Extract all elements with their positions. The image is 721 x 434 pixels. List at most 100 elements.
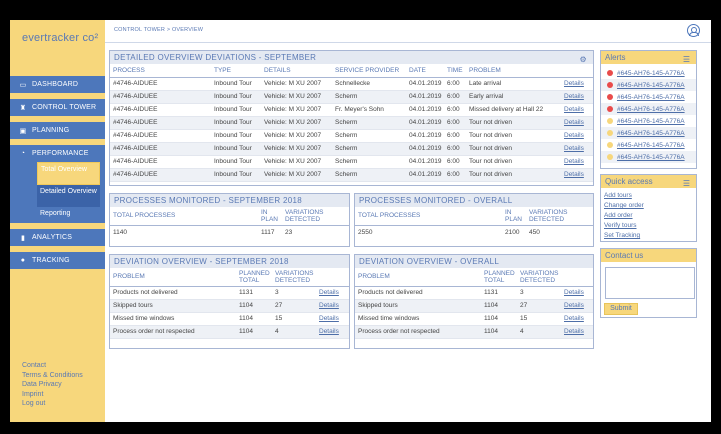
footer-link-terms[interactable]: Terms & Conditions	[22, 371, 83, 381]
deviation-month-table: PROBLEM PLANNED TOTAL VARIATIONS DETECTE…	[110, 268, 349, 339]
alert-item[interactable]: #645-AH76-145-A776A	[601, 79, 696, 91]
sidebar-item-planning[interactable]: ▣ PLANNING	[10, 122, 105, 139]
contact-message-input[interactable]	[605, 267, 695, 299]
alert-item[interactable]: #645-AH76-145-A776A	[601, 115, 696, 127]
alert-link[interactable]: #645-AH76-145-A776A	[617, 94, 685, 101]
details-link[interactable]: Details	[561, 142, 593, 156]
panel-title: DEVIATION OVERVIEW - SEPTEMBER 2018	[110, 255, 349, 268]
col-details[interactable]: DETAILS	[261, 64, 332, 78]
details-link[interactable]: Details	[316, 325, 349, 339]
alert-link[interactable]: #645-AH76-145-A776A	[617, 70, 685, 77]
table-row: Missed time windows 1104 15 Details	[110, 312, 349, 326]
user-icon[interactable]	[687, 24, 700, 37]
deviation-overall-panel: DEVIATION OVERVIEW - OVERALL PROBLEM PLA…	[354, 254, 594, 349]
table-header-row: PROCESS TYPE DETAILS SERVICE PROVIDER DA…	[110, 64, 593, 78]
alert-link[interactable]: #645-AH76-145-A776A	[617, 106, 685, 113]
table-row[interactable]: #4746-AIDUEE Inbound Tour Vehicle: M XU 20…	[110, 168, 593, 182]
alert-link[interactable]: #645-AH76-145-A776A	[617, 154, 685, 161]
alert-item[interactable]: #645-AH76-145-A776A	[601, 67, 696, 79]
panel-title: DEVIATION OVERVIEW - OVERALL	[355, 255, 593, 268]
details-link[interactable]: Details	[561, 129, 593, 143]
type-cell: Inbound Tour	[211, 90, 261, 104]
status-dot-icon	[607, 154, 613, 160]
details-link[interactable]: Details	[316, 286, 349, 300]
footer-link-contact[interactable]: Contact	[22, 361, 83, 371]
subnav-detailed-overview[interactable]: Detailed Overview	[37, 185, 100, 207]
footer-link-logout[interactable]: Log out	[22, 399, 83, 409]
quick-link-add-order[interactable]: Add order	[601, 211, 696, 221]
details-link[interactable]: Details	[561, 325, 593, 339]
details-cell: Vehicle: M XU 2007	[261, 103, 332, 117]
quick-link-change-order[interactable]: Change order	[601, 201, 696, 211]
details-link[interactable]: Details	[561, 286, 593, 300]
sidebar-item-tracking[interactable]: ● TRACKING	[10, 252, 105, 269]
subnav-reporting[interactable]: Reporting	[37, 207, 100, 220]
alert-link[interactable]: #645-AH76-145-A776A	[617, 82, 685, 89]
filter-icon[interactable]: ⚙	[580, 53, 587, 66]
col-service-provider[interactable]: SERVICE PROVIDER	[332, 64, 406, 78]
variations-cell: 3	[272, 286, 316, 300]
variations-value: 450	[529, 228, 540, 236]
alert-item[interactable]: #645-AH76-145-A776A	[601, 127, 696, 139]
details-link[interactable]: Details	[561, 299, 593, 313]
details-link[interactable]: Details	[316, 299, 349, 313]
sidebar-item-performance[interactable]: ◔ PERFORMANCE	[10, 145, 105, 162]
table-row: Products not delivered 1131 3 Details	[110, 286, 349, 300]
settings-icon[interactable]: ☰	[683, 53, 690, 66]
quick-link-verify-tours[interactable]: Verify tours	[601, 221, 696, 231]
date-cell: 04.01.2019	[406, 129, 444, 143]
date-cell: 04.01.2019	[406, 142, 444, 156]
alert-item[interactable]: #645-AH76-145-A776A	[601, 91, 696, 103]
details-link[interactable]: Details	[316, 312, 349, 326]
time-cell: 6:00	[444, 168, 466, 182]
provider-cell: Schnellecke	[332, 77, 406, 91]
col-problem[interactable]: PROBLEM	[466, 64, 561, 78]
details-link[interactable]: Details	[561, 116, 593, 130]
col-date[interactable]: DATE	[406, 64, 444, 78]
sidebar-item-dashboard[interactable]: ▭ DASHBOARD	[10, 76, 105, 93]
details-link[interactable]: Details	[561, 155, 593, 169]
details-cell: Vehicle: M XU 2007	[261, 142, 332, 156]
table-row[interactable]: #4746-AIDUEE Inbound Tour Vehicle: M XU 20…	[110, 103, 593, 117]
table-row[interactable]: #4746-AIDUEE Inbound Tour Vehicle: M XU 20…	[110, 77, 593, 91]
col-type[interactable]: TYPE	[211, 64, 261, 78]
alert-item[interactable]: #645-AH76-145-A776A	[601, 103, 696, 115]
sidebar-item-analytics[interactable]: ▮ ANALYTICS	[10, 229, 105, 246]
table-row[interactable]: #4746-AIDUEE Inbound Tour Vehicle: M XU 20…	[110, 129, 593, 143]
table-row[interactable]: #4746-AIDUEE Inbound Tour Vehicle: M XU 20…	[110, 116, 593, 130]
details-link[interactable]: Details	[561, 77, 593, 91]
col-process[interactable]: PROCESS	[110, 64, 211, 78]
settings-icon[interactable]: ☰	[683, 177, 690, 190]
quick-link-set-tracking[interactable]: Set Tracking	[601, 231, 696, 241]
footer-link-privacy[interactable]: Data Privacy	[22, 380, 83, 390]
panel-title: Alerts	[605, 53, 626, 62]
alert-link[interactable]: #645-AH76-145-A776A	[617, 118, 685, 125]
table-row: Process order not respected 1104 4 Details	[355, 325, 593, 339]
alert-link[interactable]: #645-AH76-145-A776A	[617, 130, 685, 137]
details-link[interactable]: Details	[561, 103, 593, 117]
time-cell: 6:00	[444, 77, 466, 91]
alert-item[interactable]: #645-AH76-145-A776A	[601, 151, 696, 163]
problem-cell: Tour not driven	[466, 129, 561, 143]
problem-cell: Process order not respected	[355, 325, 481, 339]
table-row[interactable]: #4746-AIDUEE Inbound Tour Vehicle: M XU 20…	[110, 155, 593, 169]
problem-cell: Tour not driven	[466, 155, 561, 169]
variations-cell: 3	[517, 286, 561, 300]
quick-access-panel: Quick access ☰ Add tours Change order Ad…	[600, 174, 697, 242]
details-link[interactable]: Details	[561, 168, 593, 182]
table-row: 1140 1117 23	[110, 225, 349, 239]
alert-link[interactable]: #645-AH76-145-A776A	[617, 142, 685, 149]
quick-link-add-tours[interactable]: Add tours	[601, 191, 696, 201]
alert-item[interactable]: #645-AH76-145-A776A	[601, 139, 696, 151]
subnav-total-overview[interactable]: Total Overview	[37, 162, 100, 185]
details-link[interactable]: Details	[561, 312, 593, 326]
col-time[interactable]: TIME	[444, 64, 466, 78]
type-cell: Inbound Tour	[211, 142, 261, 156]
table-row[interactable]: #4746-AIDUEE Inbound Tour Vehicle: M XU 20…	[110, 142, 593, 156]
details-link[interactable]: Details	[561, 90, 593, 104]
table-row[interactable]: #4746-AIDUEE Inbound Tour Vehicle: M XU 20…	[110, 90, 593, 104]
submit-button[interactable]: Submit	[604, 303, 638, 315]
footer-link-imprint[interactable]: Imprint	[22, 390, 83, 400]
sidebar-item-control-tower[interactable]: ♜ CONTROL TOWER	[10, 99, 105, 116]
table-header-row: TOTAL PROCESSES IN PLAN VARIATIONS DETEC…	[355, 207, 593, 226]
